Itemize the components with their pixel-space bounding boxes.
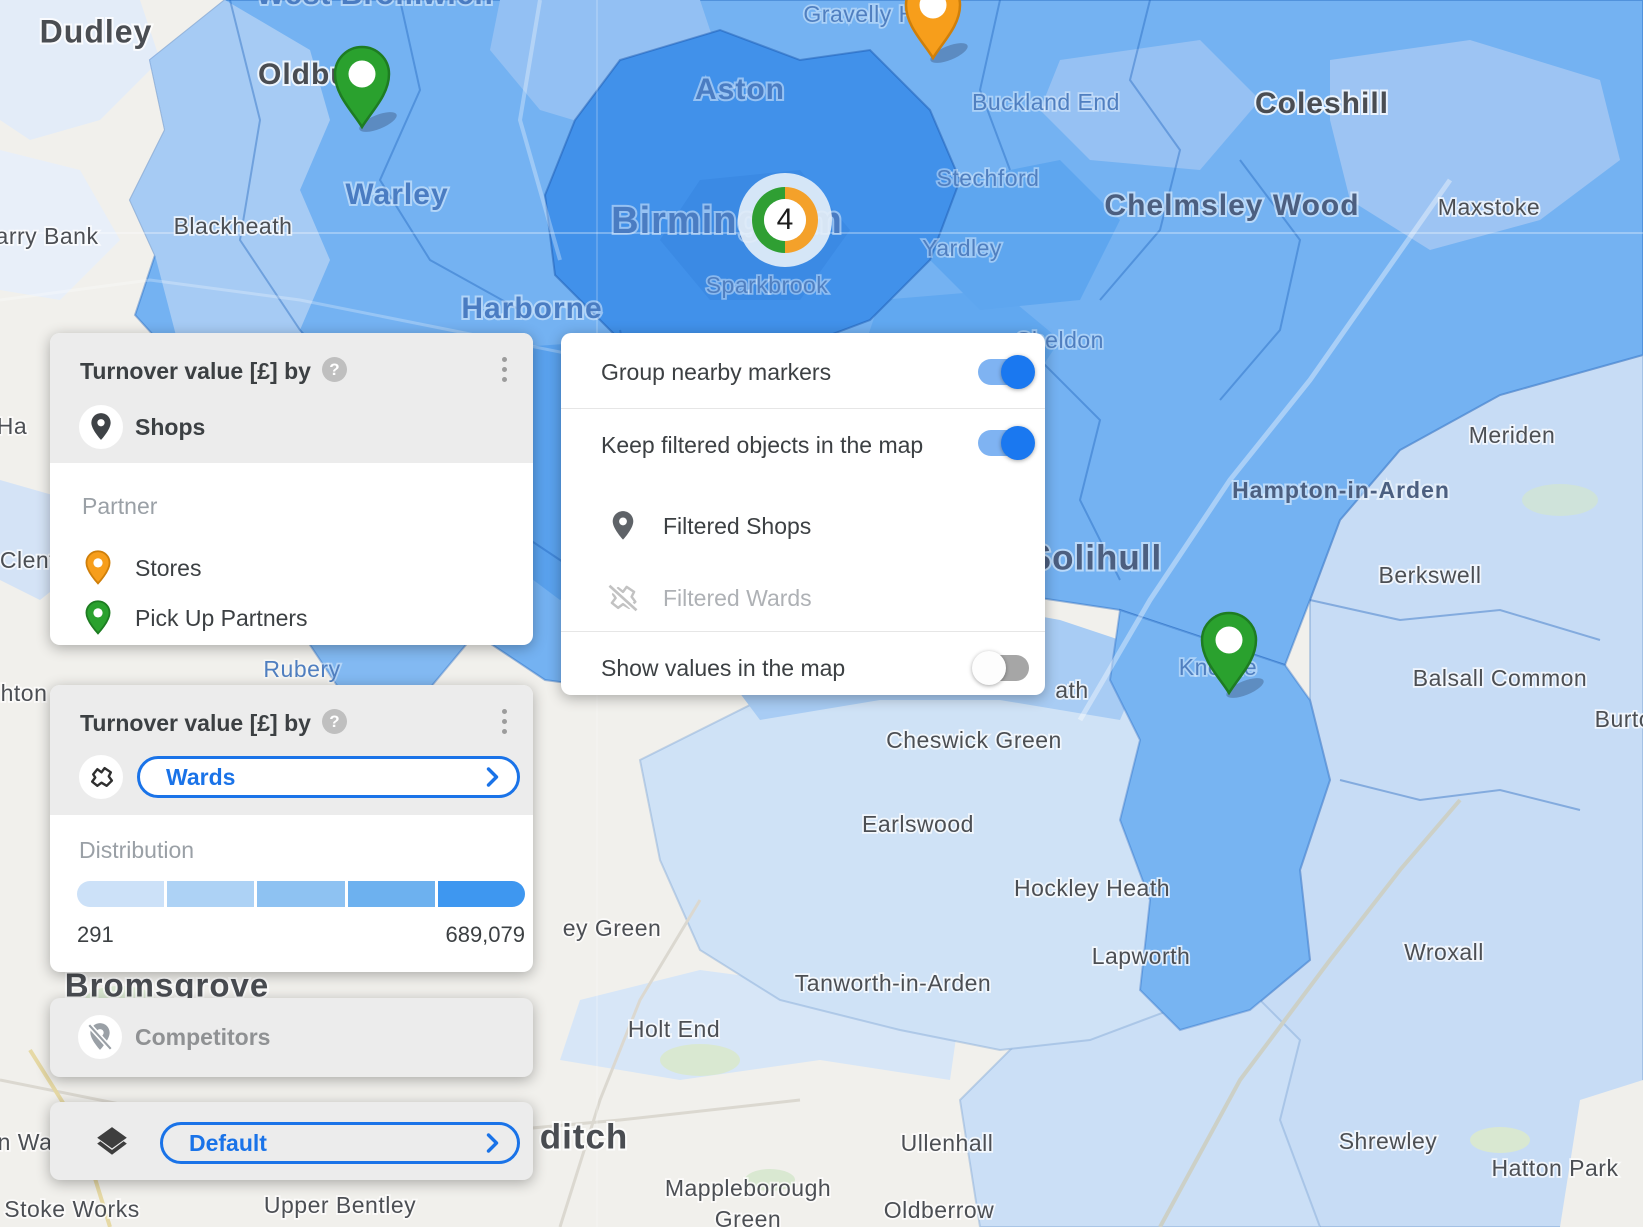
wards-selector[interactable]: Wards xyxy=(137,756,520,798)
competitors-panel[interactable]: Competitors xyxy=(50,998,533,1077)
ward-icon xyxy=(88,765,115,790)
distribution-segment xyxy=(348,881,435,907)
map-label: Lapworth xyxy=(1092,943,1191,969)
shops-layer-header xyxy=(50,333,533,463)
help-icon[interactable]: ? xyxy=(322,709,347,734)
legend-label: Pick Up Partners xyxy=(135,605,308,632)
map-label: Tanworth-in-Arden xyxy=(795,970,991,996)
group-markers-toggle[interactable] xyxy=(978,359,1032,385)
more-menu-icon[interactable] xyxy=(502,709,507,734)
shops-layer-panel: Turnover value [£] by ? Shops Partner St… xyxy=(50,333,533,645)
keep-filtered-toggle[interactable] xyxy=(978,430,1032,456)
distribution-segment xyxy=(257,881,344,907)
distribution-bar xyxy=(77,881,525,907)
map-label: Stoke Works xyxy=(4,1196,139,1222)
pin-icon xyxy=(88,412,114,442)
wards-layer-panel: Turnover value [£] by ? Wards Distributi… xyxy=(50,685,533,972)
map-label: Hatton Park xyxy=(1492,1155,1619,1181)
map-label: Hampton-in-Arden xyxy=(1232,477,1450,503)
map-label: Ha xyxy=(0,413,27,439)
layers-icon xyxy=(94,1126,130,1158)
map-label: Aston xyxy=(695,73,785,106)
map-label: Rubery xyxy=(263,656,340,682)
pickup-pin-icon xyxy=(82,600,114,636)
map-label: Clent xyxy=(0,547,56,573)
map-label: Oldberrow xyxy=(884,1197,995,1223)
cluster-marker[interactable]: 4 xyxy=(738,173,832,267)
map-label: ey Green xyxy=(563,915,662,941)
wards-selector-label: Wards xyxy=(166,764,235,791)
chevron-right-icon xyxy=(486,1133,499,1153)
shops-layer-label[interactable]: Shops xyxy=(135,414,205,441)
map-settings-panel: Group nearby markers Keep filtered objec… xyxy=(561,333,1045,695)
distribution-label: Distribution xyxy=(79,837,194,864)
map-label: Berkswell xyxy=(1379,562,1482,588)
map-label: West Bromwich xyxy=(256,0,494,11)
layer-style-label: Default xyxy=(189,1130,267,1157)
panel-title: Turnover value [£] by xyxy=(80,710,311,737)
ward-off-icon xyxy=(607,583,639,613)
map-label: Blackheath xyxy=(174,213,293,239)
ward-shape-badge[interactable] xyxy=(79,755,123,799)
map-label: Dudley xyxy=(40,13,153,49)
map-label: Earlswood xyxy=(862,811,974,837)
map-label: Coleshill xyxy=(1255,87,1389,120)
distribution-segment xyxy=(167,881,254,907)
layer-style-panel: Default xyxy=(50,1102,533,1180)
setting-label: Show values in the map xyxy=(601,655,845,682)
pin-off-icon xyxy=(87,1022,113,1052)
more-menu-icon[interactable] xyxy=(502,357,507,382)
map-label: Cheswick Green xyxy=(886,727,1062,753)
store-pin-icon xyxy=(82,550,114,586)
setting-label: Group nearby markers xyxy=(601,359,831,386)
chevron-right-icon xyxy=(486,767,499,787)
map-label: Solihull xyxy=(1028,538,1162,577)
legend-label: Stores xyxy=(135,555,201,582)
map-label: Hockley Heath xyxy=(1014,875,1170,901)
distribution-segment xyxy=(77,881,164,907)
map-label: Maxstoke xyxy=(1438,194,1540,220)
cluster-count: 4 xyxy=(777,203,794,236)
distribution-min: 291 xyxy=(77,922,114,948)
setting-label: Filtered Wards xyxy=(663,585,812,612)
map-label: Yardley xyxy=(922,235,1002,261)
competitors-label: Competitors xyxy=(135,1024,270,1051)
map-label: Meriden xyxy=(1469,422,1556,448)
setting-label: Keep filtered objects in the map xyxy=(601,432,923,459)
distribution-segment xyxy=(438,881,525,907)
panel-title: Turnover value [£] by xyxy=(80,358,311,385)
map-label: n Wa xyxy=(0,1129,52,1155)
map-label: arry Bank xyxy=(0,223,98,249)
setting-label: Filtered Shops xyxy=(663,513,811,540)
map-label: Buckland End xyxy=(972,89,1120,115)
map-label: Green xyxy=(715,1206,781,1227)
map-label: Chelmsley Wood xyxy=(1104,189,1359,222)
help-icon[interactable]: ? xyxy=(322,357,347,382)
layer-style-selector[interactable]: Default xyxy=(160,1122,520,1164)
map-label: Upper Bentley xyxy=(264,1192,416,1218)
map-label: hton xyxy=(1,680,48,706)
map-label: Wroxall xyxy=(1404,939,1484,965)
map-label: Warley xyxy=(345,178,448,211)
map-label: Sparkbrook xyxy=(706,272,829,298)
map-label: Harborne xyxy=(461,292,602,325)
show-values-toggle[interactable] xyxy=(975,655,1029,681)
map-app: West BromwichDudleyOldburyGravelly HillA… xyxy=(0,0,1643,1227)
map-label: ath xyxy=(1055,677,1088,703)
map-label: Holt End xyxy=(628,1016,720,1042)
map-label: Ullenhall xyxy=(901,1130,994,1156)
map-label: ditch xyxy=(540,1117,629,1156)
map-label: Balsall Common xyxy=(1413,665,1587,691)
map-label: Burton xyxy=(1595,706,1643,732)
map-label: Mappleborough xyxy=(665,1175,831,1201)
distribution-max: 689,079 xyxy=(445,922,525,948)
map-label: Stechford xyxy=(937,165,1040,191)
competitors-off-badge[interactable] xyxy=(78,1015,122,1059)
map-label: Shrewley xyxy=(1339,1128,1438,1154)
pin-icon xyxy=(609,510,637,542)
shops-pin-badge[interactable] xyxy=(79,405,123,449)
partner-section-label: Partner xyxy=(82,493,157,520)
